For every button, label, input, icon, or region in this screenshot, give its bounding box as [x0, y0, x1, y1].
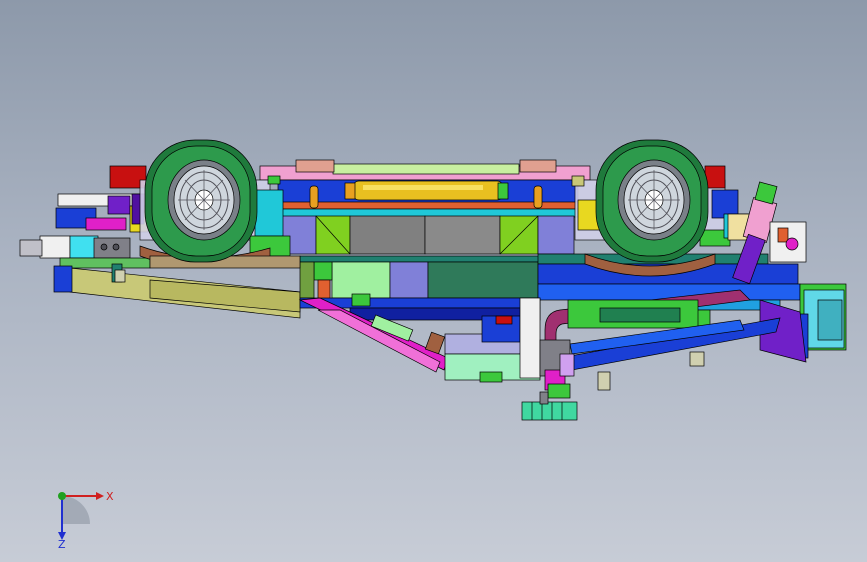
- lower-panel-darkgreen[interactable]: [427, 261, 539, 299]
- top-olive-post[interactable]: [571, 175, 585, 187]
- rear-red-block[interactable]: [777, 227, 789, 243]
- center-tube-cap-right[interactable]: [497, 182, 509, 200]
- x-axis-arrow: [96, 492, 104, 500]
- center-tube-cap-left[interactable]: [344, 182, 356, 200]
- top-green-strip[interactable]: [267, 175, 281, 185]
- bolt-2[interactable]: [112, 243, 120, 251]
- y-axis-point: [58, 492, 66, 500]
- hanging-box-green[interactable]: [479, 371, 503, 383]
- chassis-top-plate[interactable]: [332, 163, 520, 175]
- left-wheel[interactable]: [144, 139, 258, 263]
- x-axis-label: X: [106, 490, 114, 503]
- center-tube[interactable]: [352, 180, 504, 201]
- cad-viewport[interactable]: X Z Y: [0, 0, 867, 562]
- hanger-lavender[interactable]: [559, 353, 575, 377]
- tube-end-left[interactable]: [309, 185, 319, 209]
- bolt-1[interactable]: [100, 243, 108, 251]
- coordinate-triad: X Z Y: [58, 490, 114, 548]
- front-green-strip[interactable]: [59, 257, 151, 269]
- exhaust-tip-post[interactable]: [539, 391, 549, 405]
- lower-panel-mint[interactable]: [331, 261, 391, 299]
- hanging-white-post[interactable]: [519, 297, 541, 379]
- vehicle-assembly-model[interactable]: [0, 0, 867, 562]
- center-panel-gray-right[interactable]: [424, 215, 501, 255]
- z-axis-label: Z: [58, 538, 66, 548]
- center-tube-highlight[interactable]: [363, 185, 483, 190]
- hanging-red-cap[interactable]: [495, 315, 513, 325]
- tube-end-right[interactable]: [533, 185, 543, 209]
- bolt-post-2[interactable]: [689, 351, 705, 367]
- front-magenta-bar[interactable]: [85, 217, 127, 231]
- center-panel-gray-left[interactable]: [349, 215, 426, 255]
- hanger-green[interactable]: [547, 383, 571, 399]
- chassis-band-red[interactable]: [279, 201, 579, 210]
- bolt-post-1[interactable]: [597, 371, 611, 391]
- bolt-post-3[interactable]: [114, 269, 126, 283]
- lower-panel-teal[interactable]: [299, 255, 541, 263]
- center-panel-purple-right[interactable]: [537, 215, 575, 255]
- lower-panel-orange[interactable]: [317, 279, 331, 301]
- muffler-darkgreen[interactable]: [599, 307, 681, 323]
- arm-stripe-1[interactable]: [351, 293, 371, 307]
- front-bumper-left[interactable]: [19, 239, 43, 257]
- lower-panel-lavender[interactable]: [389, 261, 429, 299]
- triad-backdrop: [62, 496, 90, 524]
- right-wheel[interactable]: [595, 139, 709, 263]
- front-gray-box[interactable]: [93, 237, 131, 259]
- lower-panel-green-strip[interactable]: [313, 261, 333, 281]
- top-pink-tab-left[interactable]: [295, 159, 335, 173]
- front-blue-lower[interactable]: [53, 265, 73, 293]
- lower-panel-olive[interactable]: [299, 261, 315, 299]
- rear-teal-box[interactable]: [817, 299, 843, 341]
- left-arch-cyan[interactable]: [254, 189, 284, 237]
- front-purple-box[interactable]: [107, 195, 131, 215]
- exhaust-tip[interactable]: [521, 401, 578, 421]
- rear-purple-knob[interactable]: [785, 237, 799, 251]
- front-cyan-block[interactable]: [39, 235, 71, 259]
- top-pink-tab-right[interactable]: [519, 159, 557, 173]
